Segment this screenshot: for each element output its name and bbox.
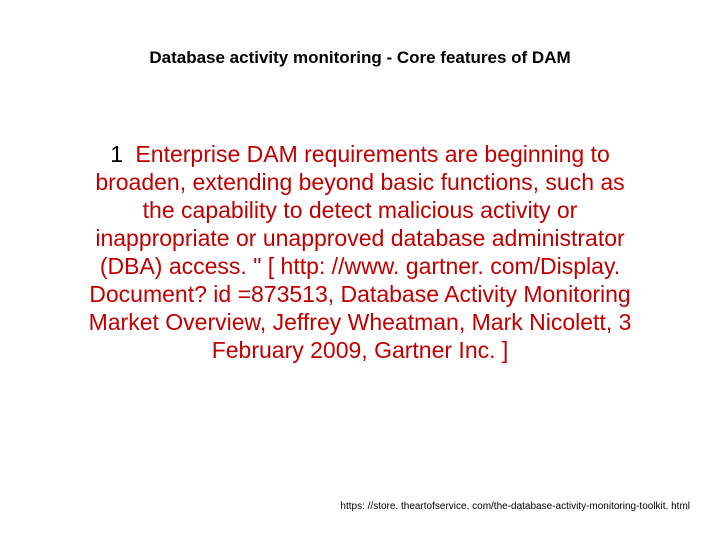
footer-url: https: //store. theartofservice. com/the… bbox=[340, 501, 690, 512]
bullet-marker: 1 bbox=[110, 140, 123, 168]
slide-title: Database activity monitoring - Core feat… bbox=[0, 48, 720, 68]
slide: Database activity monitoring - Core feat… bbox=[0, 0, 720, 540]
body-paragraph: Enterprise DAM requirements are beginnin… bbox=[89, 141, 632, 363]
slide-body: 1 Enterprise DAM requirements are beginn… bbox=[80, 140, 640, 364]
